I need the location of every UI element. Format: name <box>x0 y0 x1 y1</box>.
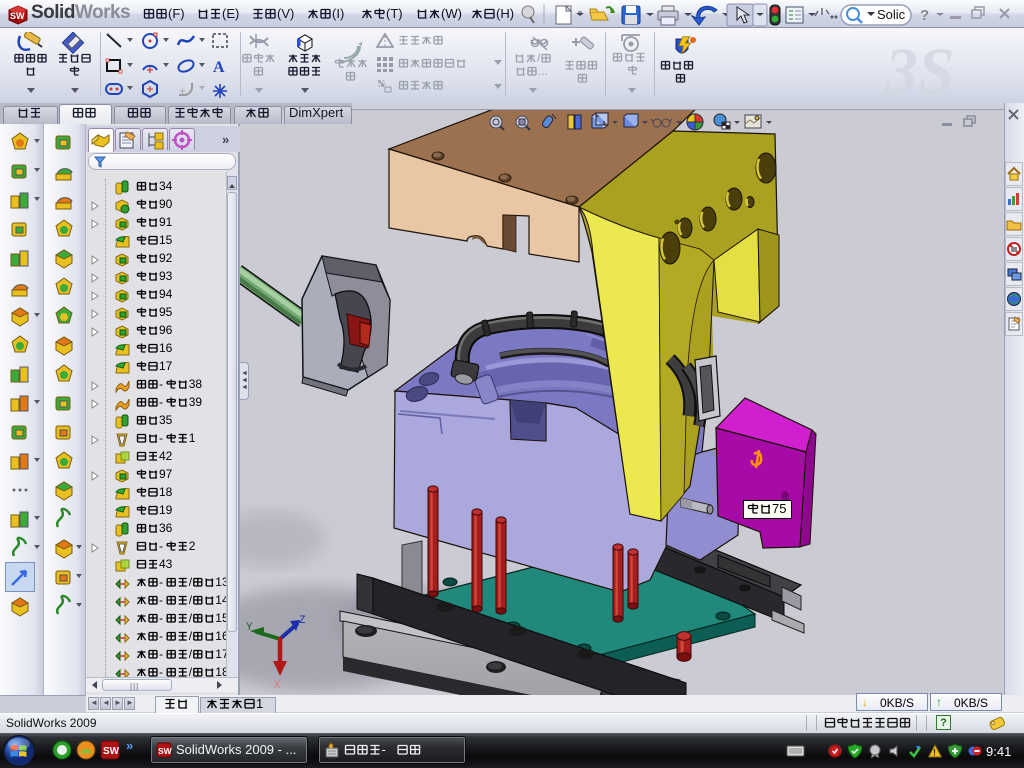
svg-text:-: - <box>159 593 163 607</box>
svg-text:DimXpert: DimXpert <box>289 105 344 120</box>
svg-text:97: 97 <box>159 467 173 481</box>
svg-text:(F): (F) <box>168 6 185 21</box>
svg-text:16: 16 <box>159 341 173 355</box>
svg-text:95: 95 <box>159 305 173 319</box>
svg-text:92: 92 <box>159 251 173 265</box>
svg-text:(V): (V) <box>277 6 294 21</box>
svg-text:(E): (E) <box>222 6 239 21</box>
svg-text:90: 90 <box>159 197 173 211</box>
svg-text:(W): (W) <box>441 6 462 21</box>
svg-text:75: 75 <box>772 501 786 516</box>
svg-text:35: 35 <box>159 413 173 427</box>
svg-text:SW: SW <box>103 746 120 757</box>
svg-text:19: 19 <box>159 503 173 517</box>
svg-text:/: / <box>189 593 193 607</box>
svg-text:1: 1 <box>256 696 263 711</box>
svg-text:-: - <box>159 539 163 553</box>
svg-text:SW: SW <box>10 11 25 21</box>
svg-text:38: 38 <box>189 377 203 391</box>
svg-text:96: 96 <box>159 323 173 337</box>
svg-text:-: - <box>159 431 163 445</box>
svg-text:2: 2 <box>189 539 196 553</box>
svg-text:39: 39 <box>189 395 203 409</box>
svg-text:/: / <box>189 629 193 643</box>
svg-text:Solic: Solic <box>877 7 906 22</box>
svg-text:SW: SW <box>158 746 172 756</box>
svg-text:42: 42 <box>159 449 173 463</box>
svg-text:94: 94 <box>159 287 173 301</box>
svg-text:-: - <box>159 611 163 625</box>
svg-text:?: ? <box>920 7 929 24</box>
svg-text:Y: Y <box>246 622 253 634</box>
svg-text:-: - <box>159 629 163 643</box>
svg-text:(I): (I) <box>332 6 344 21</box>
svg-text:/: / <box>189 611 193 625</box>
svg-text:18: 18 <box>159 485 173 499</box>
svg-text:15: 15 <box>159 233 173 247</box>
svg-text:43: 43 <box>159 557 173 571</box>
svg-text:SolidWorks 2009 - ...: SolidWorks 2009 - ... <box>176 742 296 757</box>
svg-text:1: 1 <box>189 431 196 445</box>
svg-text:-: - <box>382 742 386 757</box>
svg-text:Z: Z <box>299 615 306 627</box>
svg-text:-: - <box>159 575 163 589</box>
svg-text:-: - <box>159 377 163 391</box>
svg-text:X: X <box>274 680 281 692</box>
svg-text:91: 91 <box>159 215 173 229</box>
svg-text:93: 93 <box>159 269 173 283</box>
svg-text:34: 34 <box>159 179 173 193</box>
svg-text:!: ! <box>933 748 936 758</box>
svg-text:-: - <box>159 647 163 661</box>
svg-text:36: 36 <box>159 521 173 535</box>
svg-text:/: / <box>189 575 193 589</box>
svg-text:17: 17 <box>159 359 173 373</box>
svg-text:(T): (T) <box>386 6 403 21</box>
svg-text:/: / <box>189 647 193 661</box>
svg-text:-: - <box>159 395 163 409</box>
